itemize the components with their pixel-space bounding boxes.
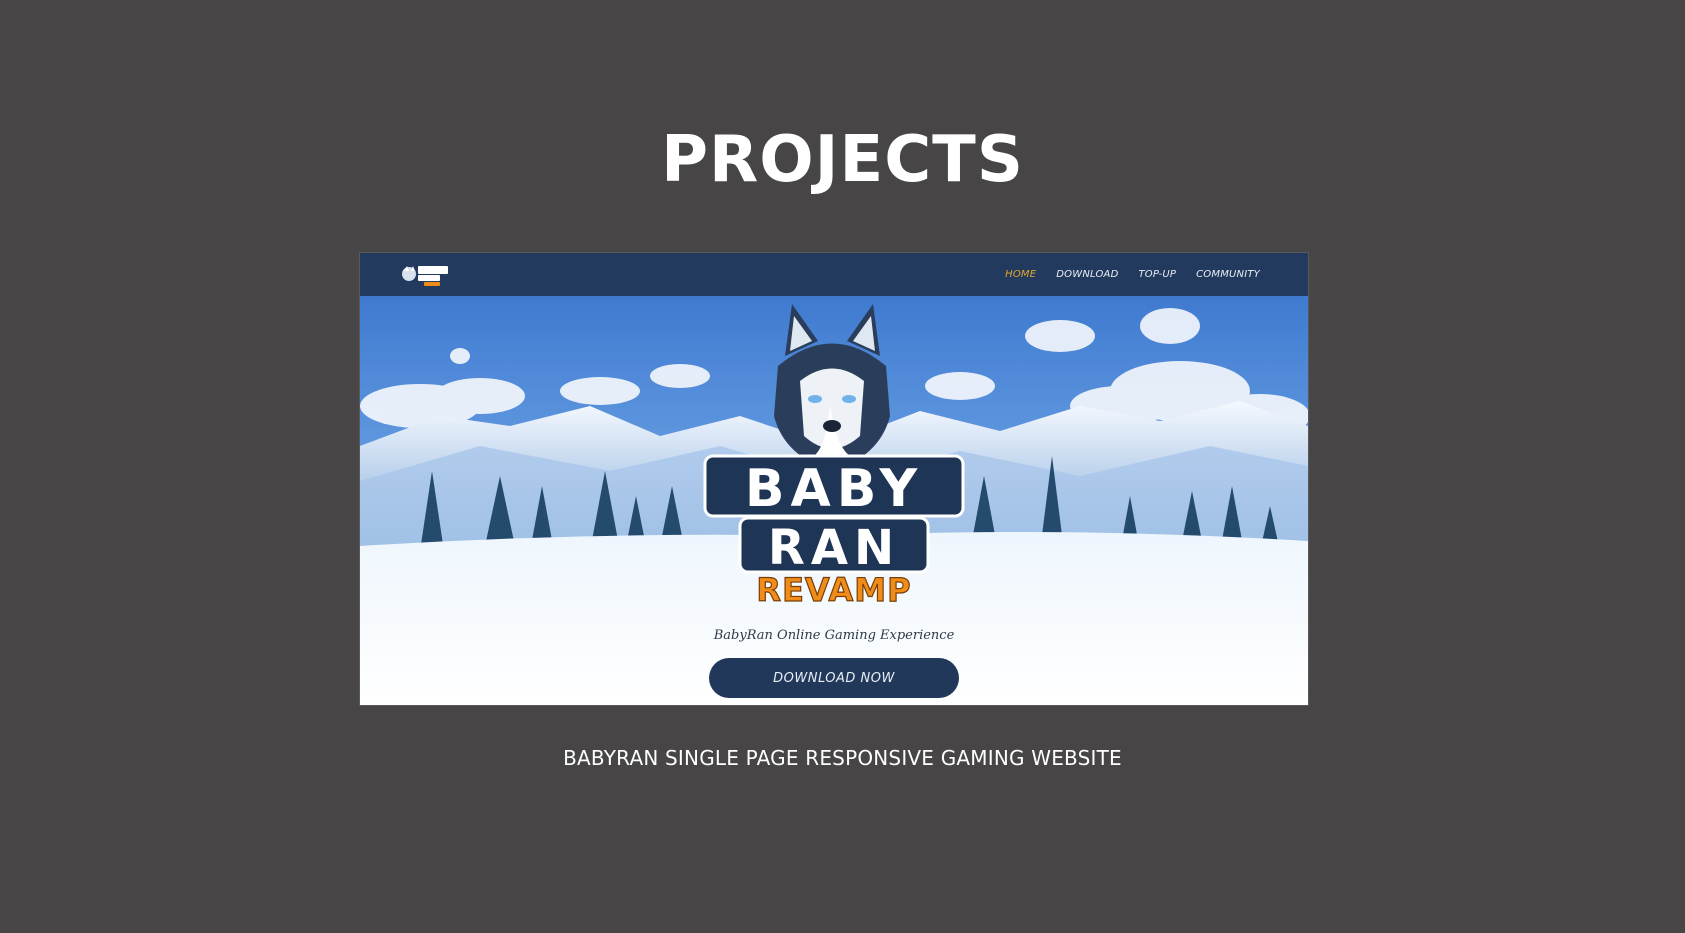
nav-link-top-up[interactable]: TOP-UP bbox=[1138, 269, 1176, 280]
preview-nav-links: HOME DOWNLOAD TOP-UP COMMUNITY bbox=[1005, 253, 1260, 296]
nav-link-download[interactable]: DOWNLOAD bbox=[1056, 269, 1118, 280]
svg-text:BABY: BABY bbox=[745, 459, 923, 519]
download-now-button[interactable]: DOWNLOAD NOW bbox=[709, 658, 959, 698]
babyran-nav-logo[interactable] bbox=[400, 261, 450, 287]
svg-text:REVAMP: REVAMP bbox=[756, 571, 911, 609]
svg-text:RAN: RAN bbox=[768, 520, 900, 576]
preview-navbar: HOME DOWNLOAD TOP-UP COMMUNITY bbox=[360, 253, 1308, 296]
hero-tagline: BabyRan Online Gaming Experience bbox=[713, 628, 955, 643]
winter-landscape-image: BABY RAN REVAMP bbox=[360, 296, 1308, 705]
preview-hero: BABY RAN REVAMP BabyRan Online Gaming Ex… bbox=[360, 296, 1308, 705]
projects-page: PROJECTS HOME DOWNLOAD TOP-UP COMMUNITY bbox=[0, 0, 1685, 933]
project-preview-card[interactable]: HOME DOWNLOAD TOP-UP COMMUNITY BABY RAN … bbox=[359, 252, 1309, 706]
nav-link-home[interactable]: HOME bbox=[1005, 269, 1036, 280]
project-caption: BABYRAN SINGLE PAGE RESPONSIVE GAMING WE… bbox=[563, 746, 1122, 770]
page-title: PROJECTS bbox=[661, 123, 1024, 197]
nav-link-community[interactable]: COMMUNITY bbox=[1196, 269, 1260, 280]
